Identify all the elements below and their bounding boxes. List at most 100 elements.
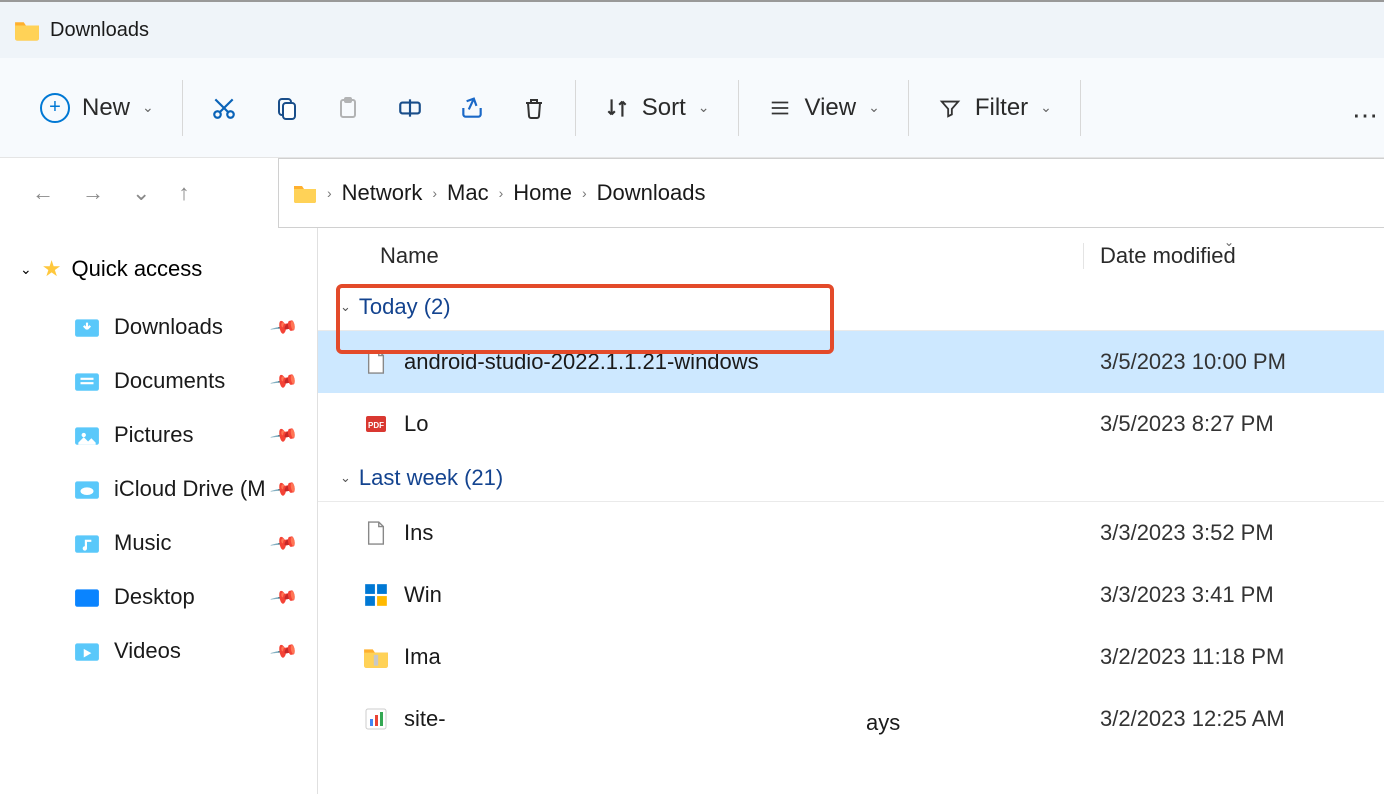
file-date: 3/5/2023 8:27 PM bbox=[1084, 411, 1384, 437]
file-date: 3/3/2023 3:52 PM bbox=[1084, 520, 1384, 546]
breadcrumb-item[interactable]: Downloads bbox=[597, 180, 706, 206]
chevron-down-icon: ⌄ bbox=[142, 99, 154, 116]
breadcrumb-sep-icon: › bbox=[327, 185, 332, 201]
file-name: Ima bbox=[404, 644, 1084, 670]
separator bbox=[1080, 80, 1081, 136]
view-icon bbox=[767, 95, 793, 121]
pin-icon: 📌 bbox=[269, 582, 299, 612]
back-button[interactable]: ← bbox=[32, 180, 54, 206]
file-row[interactable]: Win3/3/2023 3:41 PM bbox=[318, 564, 1384, 626]
file-row[interactable]: Ins3/3/2023 3:52 PM bbox=[318, 502, 1384, 564]
column-headers: Name ⌄ Date modified bbox=[318, 228, 1384, 284]
star-icon: ★ bbox=[42, 256, 62, 282]
cut-icon[interactable] bbox=[211, 95, 237, 121]
file-list: Name ⌄ Date modified ⌄Today (2)android-s… bbox=[318, 228, 1384, 794]
new-button[interactable]: + New ⌄ bbox=[40, 93, 154, 123]
svg-text:PDF: PDF bbox=[368, 421, 384, 430]
sidebar-item-documents[interactable]: Documents 📌 bbox=[0, 354, 317, 408]
chevron-down-icon: ⌄ bbox=[340, 470, 351, 486]
chart-icon bbox=[362, 705, 390, 733]
window-title: Downloads bbox=[50, 19, 149, 42]
zipfolder-icon bbox=[362, 643, 390, 671]
column-date-modified[interactable]: ⌄ Date modified bbox=[1084, 243, 1384, 269]
address-bar[interactable]: › Network › Mac › Home › Downloads bbox=[278, 158, 1384, 228]
sort-indicator-icon: ⌄ bbox=[1224, 235, 1234, 249]
titlebar: Downloads bbox=[0, 2, 1384, 58]
delete-icon[interactable] bbox=[521, 95, 547, 121]
column-name[interactable]: Name bbox=[318, 243, 1084, 269]
quick-access-header[interactable]: ⌄ ★ Quick access bbox=[0, 256, 317, 300]
sidebar-item-label: Music bbox=[114, 530, 171, 556]
file-icon bbox=[362, 519, 390, 547]
recent-button[interactable]: ⌄ bbox=[132, 180, 150, 206]
forward-button[interactable]: → bbox=[82, 180, 104, 206]
videos-icon bbox=[74, 640, 100, 662]
sidebar-item-label: iCloud Drive (M bbox=[114, 476, 266, 502]
folder-icon bbox=[293, 183, 317, 203]
breadcrumb-item[interactable]: Network bbox=[342, 180, 423, 206]
separator bbox=[908, 80, 909, 136]
up-button[interactable]: ↑ bbox=[178, 180, 189, 206]
copy-icon[interactable] bbox=[273, 95, 299, 121]
file-date: 3/2/2023 11:18 PM bbox=[1084, 644, 1384, 670]
file-icon bbox=[362, 348, 390, 376]
sidebar: ⌄ ★ Quick access Downloads📌Documents📌Pic… bbox=[0, 228, 318, 794]
rename-icon[interactable] bbox=[397, 95, 423, 121]
file-name: Ins bbox=[404, 520, 1084, 546]
sort-icon bbox=[604, 95, 630, 121]
file-date: 3/3/2023 3:41 PM bbox=[1084, 582, 1384, 608]
file-name: android-studio-2022.1.1.21-windows bbox=[404, 349, 1084, 375]
icloud-icon bbox=[74, 478, 100, 500]
chevron-down-icon: ⌄ bbox=[20, 261, 32, 278]
toolbar: + New ⌄ Sort ⌄ View ⌄ Filter ⌄ bbox=[0, 58, 1384, 158]
chevron-down-icon: ⌄ bbox=[698, 99, 710, 116]
sidebar-item-desktop[interactable]: Desktop📌 bbox=[0, 570, 317, 624]
downloads-icon bbox=[74, 316, 100, 338]
filter-button[interactable]: Filter ⌄ bbox=[937, 94, 1052, 122]
file-row[interactable]: Ima3/2/2023 11:18 PM bbox=[318, 626, 1384, 688]
pin-icon: 📌 bbox=[269, 528, 299, 558]
view-button[interactable]: View ⌄ bbox=[767, 94, 880, 122]
file-name: Lo bbox=[404, 411, 1084, 437]
chevron-down-icon: ⌄ bbox=[1040, 99, 1052, 116]
pin-icon: 📌 bbox=[269, 420, 299, 450]
group-header[interactable]: ⌄ Last week (21) bbox=[318, 455, 1384, 502]
folder-icon bbox=[14, 19, 40, 41]
sidebar-item-music[interactable]: Music 📌 bbox=[0, 516, 317, 570]
sidebar-item-icloud[interactable]: iCloud Drive (M📌 bbox=[0, 462, 317, 516]
sidebar-item-label: Videos bbox=[114, 638, 181, 664]
separator bbox=[738, 80, 739, 136]
share-icon[interactable] bbox=[459, 95, 485, 121]
file-date: 3/5/2023 10:00 PM bbox=[1084, 349, 1384, 375]
pin-icon: 📌 bbox=[269, 474, 299, 504]
file-row[interactable]: android-studio-2022.1.1.21-windows3/5/20… bbox=[318, 331, 1384, 393]
pin-icon: 📌 bbox=[269, 366, 299, 396]
more-icon[interactable]: ⋯ bbox=[1352, 100, 1378, 131]
sidebar-item-label: Downloads bbox=[114, 314, 223, 340]
group-header[interactable]: ⌄Today (2) bbox=[318, 284, 1384, 331]
paste-icon[interactable] bbox=[335, 95, 361, 121]
sidebar-item-label: Pictures bbox=[114, 422, 193, 448]
separator bbox=[575, 80, 576, 136]
file-name: Win bbox=[404, 582, 1084, 608]
breadcrumb-item[interactable]: Home bbox=[513, 180, 572, 206]
group-label: Last week (21) bbox=[359, 465, 503, 491]
filter-icon bbox=[937, 95, 963, 121]
plus-icon: + bbox=[40, 93, 70, 123]
sidebar-item-videos[interactable]: Videos📌 bbox=[0, 624, 317, 678]
pdf-icon: PDF bbox=[362, 410, 390, 438]
separator bbox=[182, 80, 183, 136]
breadcrumb-sep-icon: › bbox=[432, 185, 437, 201]
pin-icon: 📌 bbox=[269, 312, 299, 342]
sidebar-item-pictures[interactable]: Pictures 📌 bbox=[0, 408, 317, 462]
file-row[interactable]: site-3/2/2023 12:25 AM bbox=[318, 688, 1384, 750]
pictures-icon bbox=[74, 424, 100, 446]
sidebar-item-downloads[interactable]: Downloads 📌 bbox=[0, 300, 317, 354]
chevron-down-icon: ⌄ bbox=[340, 299, 351, 315]
truncated-text-fragment: ays bbox=[866, 710, 900, 736]
file-row[interactable]: PDF Lo3/5/2023 8:27 PM bbox=[318, 393, 1384, 455]
sort-button[interactable]: Sort ⌄ bbox=[604, 94, 710, 122]
sidebar-item-label: Documents bbox=[114, 368, 225, 394]
file-name: site- bbox=[404, 706, 1084, 732]
breadcrumb-item[interactable]: Mac bbox=[447, 180, 489, 206]
